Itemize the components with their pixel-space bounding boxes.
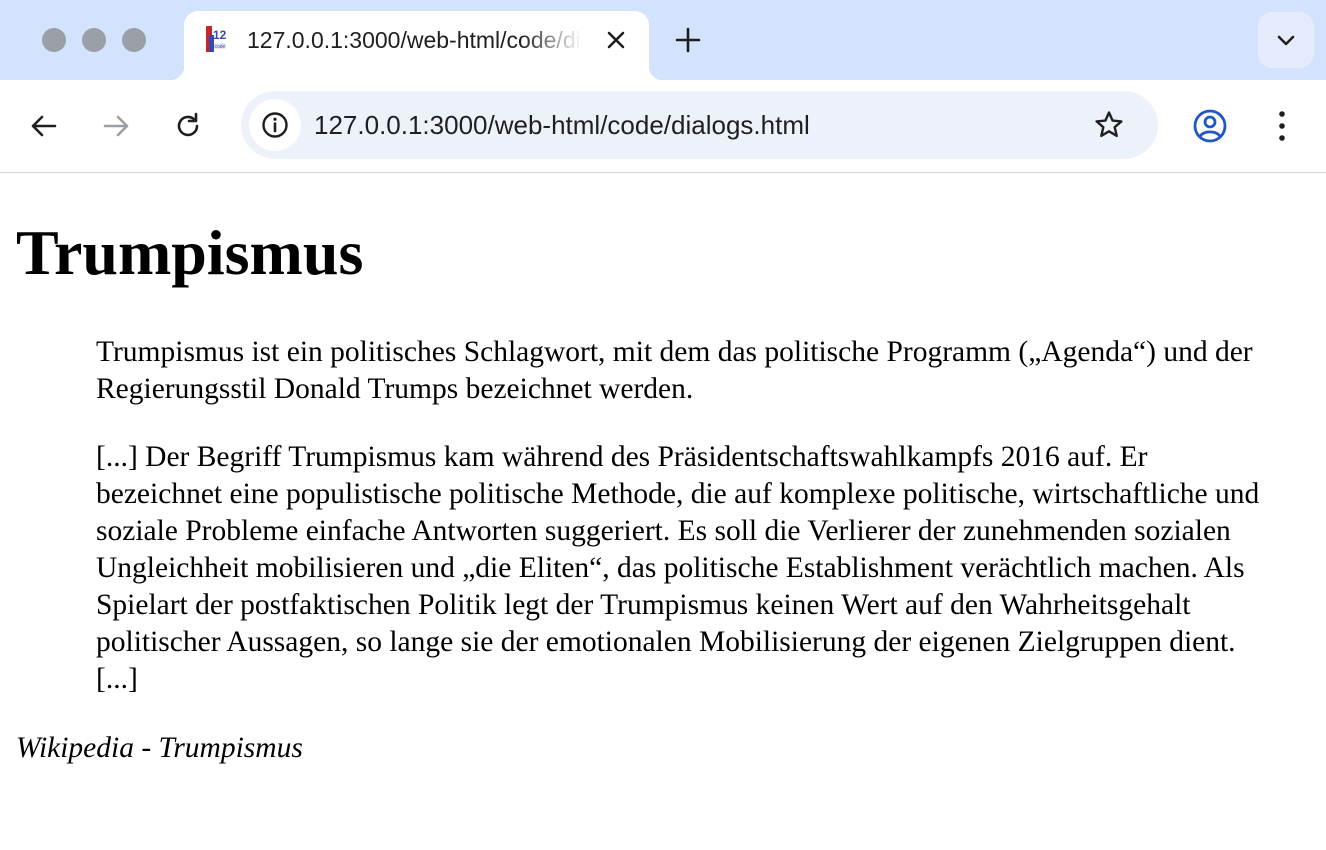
star-icon[interactable]	[1093, 109, 1125, 141]
reload-icon[interactable]	[172, 110, 204, 142]
arrow-left-icon[interactable]	[28, 110, 60, 142]
tab-strip: 12 code 127.0.0.1:3000/web-html/code/dia…	[0, 0, 1326, 80]
tab-search-button[interactable]	[1258, 12, 1314, 68]
close-icon[interactable]	[604, 28, 628, 52]
arrow-right-icon[interactable]	[100, 110, 132, 142]
12-code-favicon-icon: 12 code	[206, 26, 226, 52]
tab-title: 127.0.0.1:3000/web-html/code/dialogs.htm…	[247, 27, 582, 53]
site-info-button[interactable]	[249, 99, 301, 151]
citation: Wikipedia - Trumpismus	[16, 732, 303, 764]
url-text[interactable]: 127.0.0.1:3000/web-html/code/dialogs.htm…	[314, 110, 810, 140]
info-icon	[262, 112, 288, 138]
address-bar[interactable]: 127.0.0.1:3000/web-html/code/dialogs.htm…	[241, 91, 1158, 159]
more-vert-icon[interactable]	[1266, 108, 1298, 144]
quote-paragraph: Trumpismus ist ein politisches Schlagwor…	[96, 336, 1253, 405]
window-close-dot[interactable]	[42, 28, 66, 52]
svg-text:code: code	[215, 44, 226, 50]
plus-icon[interactable]	[674, 26, 702, 54]
blockquote: Trumpismus ist ein politisches Schlagwor…	[96, 334, 1276, 729]
window-minimize-dot[interactable]	[82, 28, 106, 52]
active-tab[interactable]: 12 code 127.0.0.1:3000/web-html/code/dia…	[170, 11, 663, 80]
account-circle-icon[interactable]	[1192, 108, 1228, 144]
page-title: Trumpismus	[16, 217, 364, 288]
toolbar: 127.0.0.1:3000/web-html/code/dialogs.htm…	[0, 80, 1326, 173]
window-zoom-dot[interactable]	[122, 28, 146, 52]
browser-window: 12 code 127.0.0.1:3000/web-html/code/dia…	[0, 0, 1326, 850]
svg-text:12: 12	[213, 28, 226, 42]
quote-paragraph: [...] Der Begriff Trumpismus kam während…	[96, 441, 1260, 695]
chevron-down-icon	[1277, 35, 1295, 46]
page-content: Trumpismus Trumpismus ist ein politische…	[0, 173, 1326, 850]
